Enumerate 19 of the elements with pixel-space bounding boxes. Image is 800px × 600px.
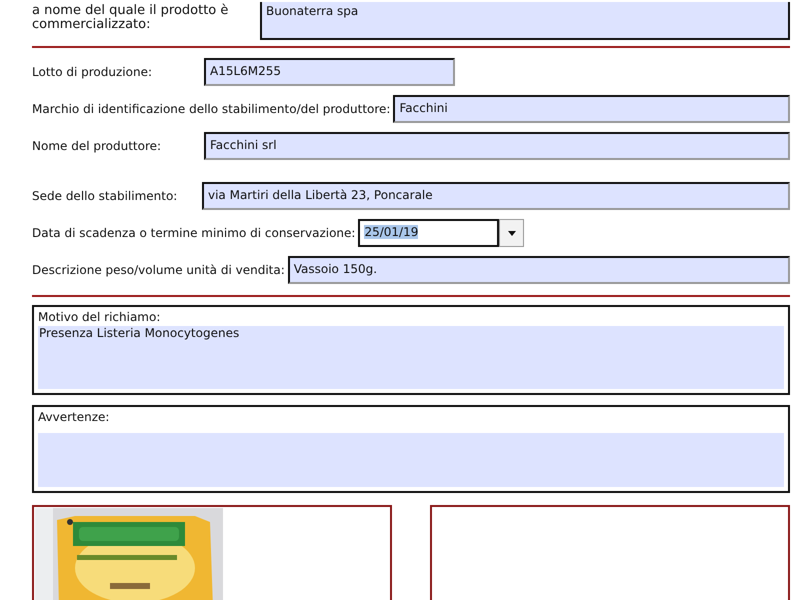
text-area[interactable]: Presenza Listeria Monocytogenes [38, 326, 784, 389]
input-field[interactable]: Facchini srl [204, 132, 790, 160]
input-field[interactable]: via Martiri della Libertà 23, Poncarale [202, 182, 790, 210]
input-field[interactable]: Buonaterra spa [260, 2, 790, 40]
caret-icon [508, 230, 516, 236]
field-label: Lotto di produzione: [32, 65, 154, 79]
input-field[interactable]: Facchini [393, 95, 790, 123]
field-label: Nome del produttore: [32, 139, 162, 153]
input-field[interactable]: A15L6M255 [204, 58, 455, 86]
field-label: Sede dello stabilimento: [32, 189, 178, 203]
field-label: Avvertenze: [38, 410, 110, 424]
field-label: Marchio di identificazione dello stabilimento/del produttore: [32, 102, 390, 116]
field-label: Data di scadenza o termine minimo di conservazione: [32, 226, 356, 240]
field-label: Descrizione peso/volume unità di vendita: [32, 263, 285, 277]
dropdown-button[interactable] [499, 219, 524, 247]
input-field[interactable]: Vassoio 150g. [288, 256, 790, 284]
date-dropdown[interactable]: 25/01/19 [358, 219, 500, 247]
field-label: Motivo del richiamo: [38, 310, 162, 324]
field-label: a nome del quale il prodotto è commercializzato: [32, 2, 230, 32]
